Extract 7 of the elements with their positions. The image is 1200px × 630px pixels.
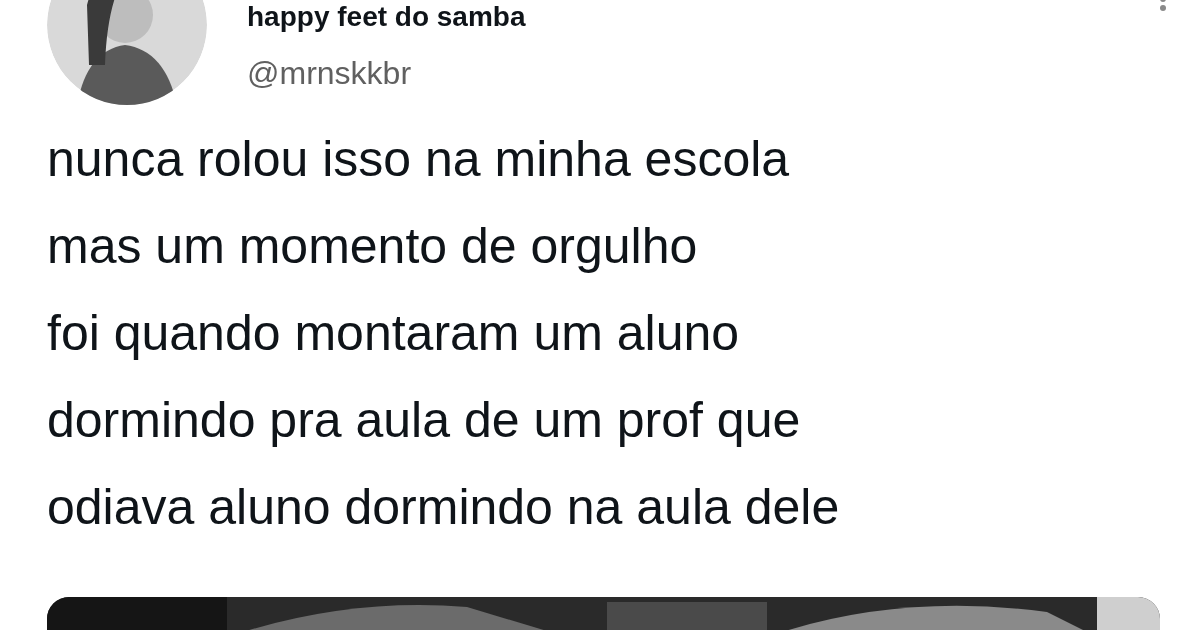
author-name[interactable]: happy feet do samba — [247, 0, 526, 34]
tweet-text-line: odiava aluno dormindo na aula dele — [47, 478, 841, 537]
tweet-text-line: mas um momento de orgulho — [47, 217, 699, 276]
author-handle[interactable]: @mrnskkbr — [247, 53, 526, 93]
tweet-text-line: foi quando montaram um aluno — [47, 304, 741, 363]
tweet-text-line: dormindo pra aula de um prof que — [47, 391, 802, 450]
tweet-text-line: nunca rolou isso na minha escola — [47, 130, 791, 189]
